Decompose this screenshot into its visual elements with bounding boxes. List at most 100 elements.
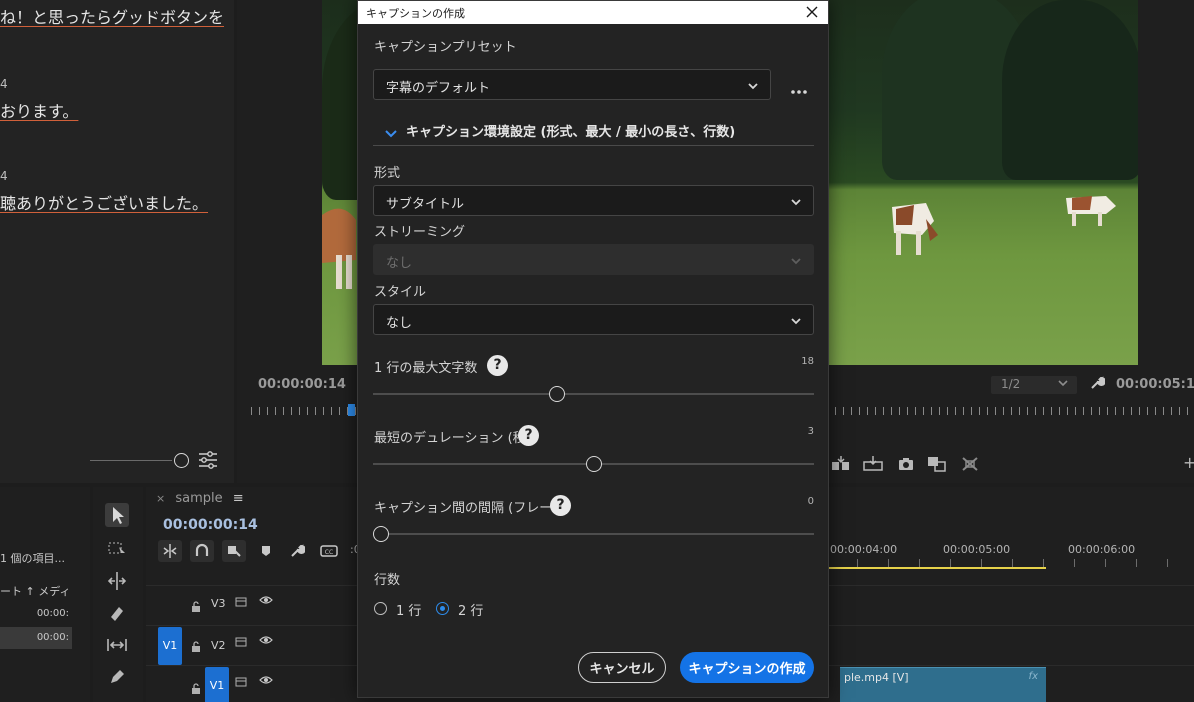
nest-icon[interactable] <box>158 540 182 562</box>
format-value: サブタイトル <box>386 197 465 212</box>
max-chars-slider-knob[interactable] <box>549 386 566 402</box>
menu-icon[interactable]: ≡ <box>233 491 244 506</box>
tools-panel <box>93 487 143 702</box>
panel-zoom-knob[interactable] <box>174 453 189 468</box>
project-sort-header[interactable]: ート ↑ メディ <box>0 583 70 599</box>
wrench-icon[interactable] <box>1089 375 1106 395</box>
playhead-marker[interactable] <box>348 404 355 416</box>
style-label: スタイル <box>374 285 427 300</box>
track-target-v1[interactable]: V1 <box>205 667 229 702</box>
project-panel: 1 個の項目... ート ↑ メディ 00:00: 00:00: <box>0 487 90 702</box>
preset-value: 字幕のデフォルト <box>386 81 491 96</box>
style-value: なし <box>386 316 413 331</box>
lines-label: 行数 <box>374 573 401 588</box>
streaming-value: なし <box>386 256 413 271</box>
video-clip[interactable]: ple.mp4 [V] fx <box>840 667 1046 702</box>
preset-select[interactable]: 字幕のデフォルト <box>373 69 771 100</box>
gap-frames-label: キャプション間の間隔 (フレーム) <box>374 501 570 516</box>
lock-icon[interactable] <box>190 680 202 699</box>
close-icon[interactable]: × <box>156 492 165 505</box>
wrench-icon[interactable] <box>289 543 306 563</box>
add-button[interactable]: + <box>1183 453 1194 472</box>
compare-view-icon[interactable] <box>927 456 947 476</box>
slip-tool-icon[interactable] <box>105 633 129 657</box>
film-icon[interactable] <box>235 593 247 612</box>
insert-icon[interactable] <box>831 456 851 476</box>
film-icon[interactable] <box>235 673 247 692</box>
sequence-tab[interactable]: × sample ≡ <box>156 491 244 506</box>
caption-preferences-toggle[interactable]: キャプション環境設定 (形式、最大 / 最小の長さ、行数) <box>406 121 735 140</box>
help-icon[interactable]: ? <box>550 495 571 516</box>
timeline-ruler[interactable] <box>826 559 1186 567</box>
project-row[interactable]: 00:00: <box>0 603 72 625</box>
panel-zoom-track[interactable] <box>90 460 172 461</box>
overwrite-icon[interactable] <box>863 456 883 476</box>
clip-label: ple.mp4 [V] <box>844 671 909 684</box>
max-chars-label: 1 行の最大文字数 <box>374 361 478 376</box>
chevron-down-icon[interactable] <box>384 125 398 144</box>
chevron-down-icon <box>789 313 803 332</box>
max-chars-slider-track[interactable] <box>373 393 814 395</box>
captions-icon[interactable]: CC <box>320 543 338 563</box>
create-captions-button[interactable]: キャプションの作成 <box>680 652 814 683</box>
min-duration-slider-knob[interactable] <box>585 456 602 472</box>
radio-label[interactable]: 1 行 <box>396 600 421 619</box>
selection-tool-icon[interactable] <box>105 503 129 527</box>
eye-icon[interactable] <box>259 671 273 690</box>
more-options-icon[interactable] <box>790 81 808 100</box>
streaming-label: ストリーミング <box>374 225 466 240</box>
ripple-edit-icon[interactable] <box>105 569 129 593</box>
premiere-workspace: ね！と思ったらグッドボタンを 4 おります。 4 聴ありがとうございました。 0… <box>0 0 1194 702</box>
radio-2-lines[interactable] <box>436 602 449 615</box>
dialog-title: キャプションの作成 <box>366 7 465 20</box>
caption-text-3[interactable]: 聴ありがとうございました。 <box>0 190 208 214</box>
zoom-level-select[interactable]: 1/2 <box>991 376 1077 394</box>
format-label: 形式 <box>374 166 401 181</box>
track-label: V3 <box>211 597 226 610</box>
film-icon[interactable] <box>235 633 247 652</box>
linked-selection-icon[interactable] <box>222 540 246 562</box>
gap-frames-max: 0 <box>807 496 814 507</box>
min-duration-label: 最短のデュレーション (秒) <box>374 431 531 446</box>
radio-label[interactable]: 2 行 <box>458 600 483 619</box>
help-icon[interactable]: ? <box>518 425 539 446</box>
eye-icon[interactable] <box>259 591 273 610</box>
gap-frames-slider-track[interactable] <box>373 533 814 535</box>
camera-icon[interactable] <box>897 456 915 476</box>
vr-settings-icon[interactable] <box>961 456 979 476</box>
lock-icon[interactable] <box>190 638 202 657</box>
cow-image <box>892 203 938 255</box>
marker-icon[interactable] <box>259 543 273 563</box>
chevron-down-icon <box>789 194 803 213</box>
pen-tool-icon[interactable] <box>105 665 129 689</box>
format-select[interactable]: サブタイトル <box>373 185 814 216</box>
razor-tool-icon[interactable] <box>105 601 129 625</box>
text-panel: ね！と思ったらグッドボタンを 4 おります。 4 聴ありがとうございました。 <box>0 0 234 483</box>
sliders-settings-icon[interactable] <box>197 450 219 474</box>
fx-badge-icon[interactable]: fx <box>1029 671 1038 682</box>
track-select-icon[interactable] <box>105 537 129 561</box>
eye-icon[interactable] <box>259 631 273 650</box>
project-item-count: 1 個の項目... <box>0 552 65 565</box>
radio-1-line[interactable] <box>374 602 387 615</box>
style-select[interactable]: なし <box>373 304 814 335</box>
caption-text-1[interactable]: ね！と思ったらグッドボタンを <box>0 4 224 28</box>
project-row[interactable]: 00:00: <box>0 627 72 649</box>
help-icon[interactable]: ? <box>487 355 508 376</box>
work-area-bar[interactable] <box>828 567 1046 569</box>
sequence-timecode[interactable]: 00:00:00:14 <box>163 517 258 533</box>
sequence-name: sample <box>175 491 223 506</box>
create-captions-dialog: キャプションの作成 キャプションプリセット 字幕のデフォルト キャプション環境設… <box>357 0 829 698</box>
cow-image <box>1066 196 1116 226</box>
chevron-down-icon <box>789 253 803 272</box>
close-icon[interactable] <box>802 2 822 22</box>
playhead-timecode[interactable]: 00:00:00:14 <box>258 377 346 392</box>
chevron-down-icon <box>1057 377 1069 392</box>
source-patch-v1[interactable]: V1 <box>158 627 182 665</box>
caption-text-2[interactable]: おります。 <box>0 98 78 122</box>
lock-icon[interactable] <box>190 598 202 617</box>
gap-frames-slider-knob[interactable] <box>373 526 389 542</box>
cancel-button[interactable]: キャンセル <box>578 652 666 683</box>
snap-magnet-icon[interactable] <box>190 540 214 562</box>
zoom-level-value: 1/2 <box>1001 377 1021 391</box>
